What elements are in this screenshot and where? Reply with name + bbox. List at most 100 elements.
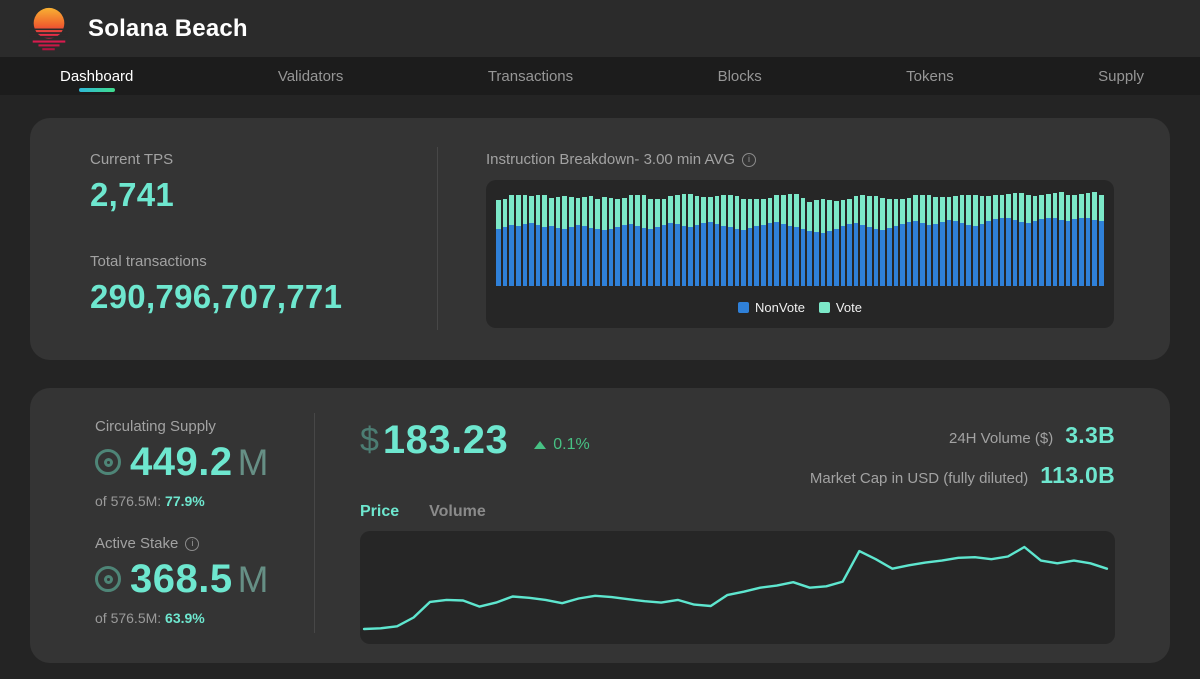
price-change: 0.1% [534, 436, 589, 454]
stacked-bar [576, 198, 581, 286]
volume-24h-value: 3.3B [1065, 422, 1115, 449]
price-change-percent: 0.1% [553, 436, 589, 454]
active-stake-label-row: Active Stake i [95, 535, 314, 552]
stacked-bar [642, 195, 647, 286]
circulating-supply-block: Circulating Supply 449.2 M of 576.5M: 77… [95, 418, 314, 509]
stacked-bar [927, 195, 932, 286]
stacked-bar [913, 195, 918, 286]
stacked-bar [509, 195, 514, 286]
stacked-bar [847, 199, 852, 286]
nav-item-validators[interactable]: Validators [278, 57, 344, 95]
stacked-bar [993, 195, 998, 286]
stacked-bar [821, 199, 826, 286]
info-icon[interactable]: i [185, 537, 199, 551]
stacked-bar [814, 200, 819, 286]
nav-label-tokens: Tokens [906, 68, 954, 85]
stacked-bar [748, 199, 753, 286]
instruction-bar-chart [496, 192, 1104, 286]
circulating-supply-sub-prefix: of 576.5M: [95, 493, 161, 509]
price-top-row: $ 183.23 0.1% 24H Volume ($) 3.3B Market… [360, 418, 1115, 489]
price-line-chart [360, 531, 1115, 644]
volume-24h-label: 24H Volume ($) [949, 430, 1053, 447]
stacked-bar [735, 196, 740, 286]
nav-item-supply[interactable]: Supply [1098, 57, 1144, 95]
instruction-breakdown-panel: NonVote Vote [486, 180, 1114, 328]
stacked-bar [1066, 195, 1071, 286]
current-tps-block: Current TPS 2,741 [90, 151, 437, 213]
nav-label-transactions: Transactions [488, 68, 573, 85]
nav-label-supply: Supply [1098, 68, 1144, 85]
stacked-bar [595, 199, 600, 286]
stacked-bar [1086, 193, 1091, 286]
stacked-bar [1059, 192, 1064, 286]
stacked-bar [741, 199, 746, 286]
stacked-bar [887, 199, 892, 286]
app-header: Solana Beach [0, 0, 1200, 57]
stacked-bar [854, 196, 859, 286]
info-icon[interactable]: i [742, 153, 756, 167]
instruction-breakdown-title-row: Instruction Breakdown- 3.00 min AVG i [486, 151, 1114, 168]
stacked-bar [980, 196, 985, 286]
stacked-bar [1092, 192, 1097, 286]
stacked-bar [774, 195, 779, 286]
stacked-bar [615, 199, 620, 286]
app-title[interactable]: Solana Beach [88, 15, 248, 43]
tab-price[interactable]: Price [360, 503, 399, 521]
stacked-bar [721, 195, 726, 286]
stacked-bar [900, 199, 905, 286]
solana-beach-sunset-logo-icon[interactable] [26, 4, 72, 54]
current-tps-label: Current TPS [90, 151, 437, 168]
total-transactions-value: 290,796,707,771 [90, 279, 437, 315]
nav-item-transactions[interactable]: Transactions [488, 57, 573, 95]
market-cap-row: Market Cap in USD (fully diluted) 113.0B [810, 462, 1115, 489]
stacked-bar [728, 195, 733, 286]
circulating-supply-label: Circulating Supply [95, 418, 314, 435]
stacked-bar [1053, 193, 1058, 286]
stacked-bar [589, 196, 594, 286]
nonvote-swatch-icon [738, 302, 749, 313]
main-nav: Dashboard Validators Transactions Blocks… [0, 57, 1200, 95]
sol-price-group: $ 183.23 0.1% [360, 418, 590, 462]
stacked-bar [834, 201, 839, 286]
nav-item-tokens[interactable]: Tokens [906, 57, 954, 95]
nav-label-validators: Validators [278, 68, 344, 85]
instruction-breakdown-section: Instruction Breakdown- 3.00 min AVG i No… [438, 151, 1170, 360]
stacked-bar [569, 197, 574, 286]
stacked-bar [688, 194, 693, 286]
stacked-bar [536, 195, 541, 286]
sol-price-value: 183.23 [383, 418, 508, 462]
stacked-bar [907, 198, 912, 286]
tab-volume[interactable]: Volume [429, 503, 486, 521]
stacked-bar [542, 195, 547, 286]
nav-item-dashboard[interactable]: Dashboard [60, 57, 133, 95]
stacked-bar [1026, 195, 1031, 286]
stacked-bar [761, 199, 766, 286]
nav-item-blocks[interactable]: Blocks [718, 57, 762, 95]
circulating-supply-value-row: 449.2 M [95, 442, 314, 482]
stacked-bar [556, 197, 561, 286]
stacked-bar [807, 202, 812, 286]
stacked-bar [602, 197, 607, 286]
stacked-bar [715, 196, 720, 286]
stacked-bar [768, 198, 773, 286]
stacked-bar [609, 198, 614, 286]
volume-24h-row: 24H Volume ($) 3.3B [810, 422, 1115, 449]
stacked-bar [1033, 196, 1038, 286]
active-stake-unit: M [238, 561, 269, 598]
tps-column: Current TPS 2,741 Total transactions 290… [90, 151, 437, 360]
vote-swatch-icon [819, 302, 830, 313]
stacked-bar [788, 194, 793, 286]
stacked-bar [827, 200, 832, 286]
legend-item-vote[interactable]: Vote [819, 300, 862, 315]
stacked-bar [516, 195, 521, 286]
nav-label-dashboard: Dashboard [60, 68, 133, 85]
stacked-bar [874, 196, 879, 286]
circulating-supply-sub: of 576.5M: 77.9% [95, 493, 314, 509]
sol-token-icon [95, 449, 121, 475]
stacked-bar [562, 196, 567, 286]
legend-label-nonvote: NonVote [755, 300, 805, 315]
stacked-bar [1099, 195, 1104, 286]
stacked-bar [860, 195, 865, 286]
stacked-bar [841, 200, 846, 286]
legend-item-nonvote[interactable]: NonVote [738, 300, 805, 315]
